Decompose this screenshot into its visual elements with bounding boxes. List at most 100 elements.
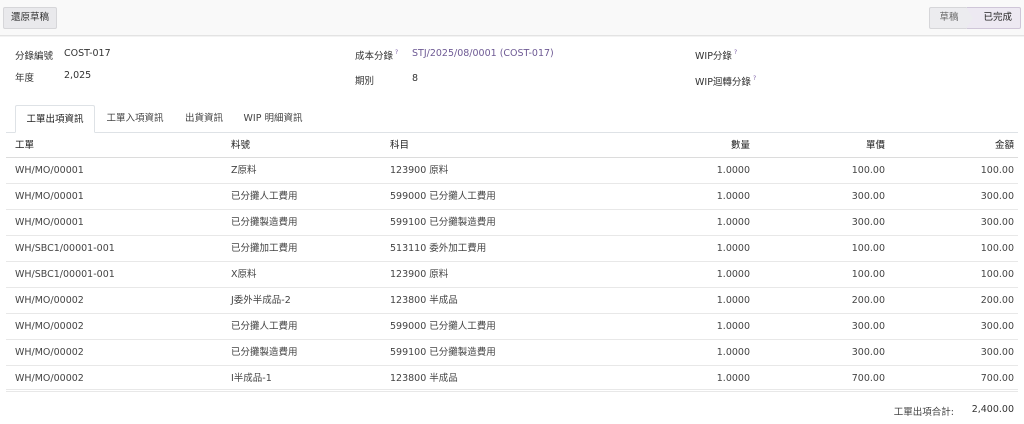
mo-cell: WH/MO/00002 xyxy=(15,373,84,384)
stage-done[interactable]: 已完成 xyxy=(966,7,1021,29)
cost-entry-link[interactable]: STJ/2025/08/0001 (COST-017) xyxy=(412,48,554,59)
account-cell: 123800 半成品 xyxy=(390,373,458,384)
amount-cell: 100.00 xyxy=(980,165,1014,176)
product-cell: 已分攤人工費用 xyxy=(231,321,298,332)
column-header[interactable]: 科目 xyxy=(390,133,409,157)
cost-entry-label-text: 成本分錄 xyxy=(355,51,394,62)
product-cell: X原料 xyxy=(231,269,257,280)
stage-pipeline: 草稿 已完成 xyxy=(929,7,1021,29)
unit-price-cell: 300.00 xyxy=(851,321,885,332)
column-header[interactable]: 數量 xyxy=(731,133,750,157)
quantity-cell: 1.0000 xyxy=(716,347,750,358)
year-value: 2,025 xyxy=(64,70,92,81)
amount-cell: 300.00 xyxy=(980,191,1014,202)
table-row[interactable]: WH/MO/00001 Z原料 123900 原料 1.0000 100.00 100.0… xyxy=(6,158,1018,184)
quantity-cell: 1.0000 xyxy=(716,295,750,306)
mo-cell: WH/MO/00002 xyxy=(15,295,84,306)
stage-draft[interactable]: 草稿 xyxy=(929,7,968,29)
column-header[interactable]: 料號 xyxy=(231,133,250,157)
quantity-cell: 1.0000 xyxy=(716,191,750,202)
year-label: 年度 xyxy=(15,73,35,84)
wip-reverse-label-text: WIP迴轉分錄 xyxy=(695,77,751,88)
mo-cell: WH/SBC1/00001-001 xyxy=(15,243,115,254)
tab-wip-detail[interactable]: WIP 明細資訊 xyxy=(233,105,313,133)
amount-cell: 300.00 xyxy=(980,347,1014,358)
total-divider xyxy=(6,389,1018,390)
period-value: 8 xyxy=(412,73,419,84)
product-cell: 已分攤人工費用 xyxy=(231,191,298,202)
table-row[interactable]: WH/MO/00001 已分攤製造費用 599100 已分攤製造費用 1.0000 30… xyxy=(6,210,1018,236)
mo-cell: WH/MO/00001 xyxy=(15,217,84,228)
mo-cell: WH/MO/00002 xyxy=(15,347,84,358)
account-cell: 513110 委外加工費用 xyxy=(390,243,487,254)
reset-to-draft-button[interactable]: 還原草稿 xyxy=(3,7,58,29)
quantity-cell: 1.0000 xyxy=(716,217,750,228)
account-cell: 599000 已分攤人工費用 xyxy=(390,191,496,202)
quantity-cell: 1.0000 xyxy=(716,321,750,332)
wip-entry-label: WIP分錄? xyxy=(695,48,737,62)
account-cell: 599000 已分攤人工費用 xyxy=(390,321,496,332)
column-header[interactable]: 金額 xyxy=(995,133,1014,157)
amount-cell: 300.00 xyxy=(980,217,1014,228)
quantity-cell: 1.0000 xyxy=(716,373,750,384)
table-row[interactable]: WH/SBC1/00001-001 X原料 123900 原料 1.0000 100.0… xyxy=(6,262,1018,288)
cost-entry-label: 成本分錄? xyxy=(355,48,398,62)
table-row[interactable]: WH/MO/00002 J委外半成品-2 123800 半成品 1.0000 200.0… xyxy=(6,288,1018,314)
status-bar: 還原草稿 草稿 已完成 xyxy=(0,0,1024,36)
table-header: 工單 料號 科目 數量 單價 金額 xyxy=(6,133,1018,158)
unit-price-cell: 100.00 xyxy=(851,243,885,254)
total-label: 工單出項合計: xyxy=(893,407,954,418)
table-row[interactable]: WH/MO/00002 已分攤製造費用 599100 已分攤製造費用 1.0000 30… xyxy=(6,340,1018,366)
mo-cell: WH/MO/00001 xyxy=(15,165,84,176)
account-cell: 599100 已分攤製造費用 xyxy=(390,217,496,228)
table-row[interactable]: WH/MO/00002 已分攤人工費用 599000 已分攤人工費用 1.0000 30… xyxy=(6,314,1018,340)
data-table: 工單 料號 科目 數量 單價 金額 WH/MO/00001 Z原料 123900 原… xyxy=(6,133,1018,392)
form-sheet: 分錄編號 COST-017 年度 2,025 成本分錄? STJ/2025/08… xyxy=(0,37,1024,424)
unit-price-cell: 300.00 xyxy=(851,191,885,202)
help-icon[interactable]: ? xyxy=(753,75,756,82)
account-cell: 599100 已分攤製造費用 xyxy=(390,347,496,358)
help-icon[interactable]: ? xyxy=(395,49,398,56)
account-cell: 123900 原料 xyxy=(390,165,449,176)
product-cell: I半成品-1 xyxy=(231,373,272,384)
quantity-cell: 1.0000 xyxy=(716,269,750,280)
column-header[interactable]: 工單 xyxy=(15,133,34,157)
total-value: 2,400.00 xyxy=(971,404,1014,415)
mo-cell: WH/MO/00001 xyxy=(15,191,84,202)
tab-mo-input[interactable]: 工單入項資訊 xyxy=(95,105,175,133)
product-cell: 已分攤製造費用 xyxy=(231,347,298,358)
product-cell: Z原料 xyxy=(231,165,257,176)
account-cell: 123800 半成品 xyxy=(390,295,458,306)
table-row[interactable]: WH/MO/00001 已分攤人工費用 599000 已分攤人工費用 1.0000 30… xyxy=(6,184,1018,210)
entry-no-value: COST-017 xyxy=(64,48,111,59)
mo-cell: WH/MO/00002 xyxy=(15,321,84,332)
tab-shipping[interactable]: 出貨資訊 xyxy=(175,105,233,133)
unit-price-cell: 300.00 xyxy=(851,347,885,358)
unit-price-cell: 200.00 xyxy=(851,295,885,306)
amount-cell: 200.00 xyxy=(980,295,1014,306)
wip-reverse-label: WIP迴轉分錄? xyxy=(695,74,756,88)
period-label: 期別 xyxy=(355,76,375,87)
account-cell: 123900 原料 xyxy=(390,269,449,280)
amount-cell: 700.00 xyxy=(980,373,1014,384)
quantity-cell: 1.0000 xyxy=(716,165,750,176)
unit-price-cell: 300.00 xyxy=(851,217,885,228)
wip-entry-label-text: WIP分錄 xyxy=(695,51,732,62)
help-icon[interactable]: ? xyxy=(734,49,737,56)
table-row[interactable]: WH/SBC1/00001-001 已分攤加工費用 513110 委外加工費用 1.0… xyxy=(6,236,1018,262)
product-cell: J委外半成品-2 xyxy=(231,295,291,306)
unit-price-cell: 700.00 xyxy=(851,373,885,384)
mo-cell: WH/SBC1/00001-001 xyxy=(15,269,115,280)
unit-price-cell: 100.00 xyxy=(851,269,885,280)
amount-cell: 300.00 xyxy=(980,321,1014,332)
product-cell: 已分攤加工費用 xyxy=(231,243,298,254)
tab-bar: 工單出項資訊 工單入項資訊 出貨資訊 WIP 明細資訊 xyxy=(6,105,1018,133)
amount-cell: 100.00 xyxy=(980,269,1014,280)
amount-cell: 100.00 xyxy=(980,243,1014,254)
quantity-cell: 1.0000 xyxy=(716,243,750,254)
product-cell: 已分攤製造費用 xyxy=(231,217,298,228)
unit-price-cell: 100.00 xyxy=(851,165,885,176)
column-header[interactable]: 單價 xyxy=(866,133,885,157)
entry-no-label: 分錄編號 xyxy=(15,51,54,62)
tab-mo-output[interactable]: 工單出項資訊 xyxy=(15,105,95,133)
